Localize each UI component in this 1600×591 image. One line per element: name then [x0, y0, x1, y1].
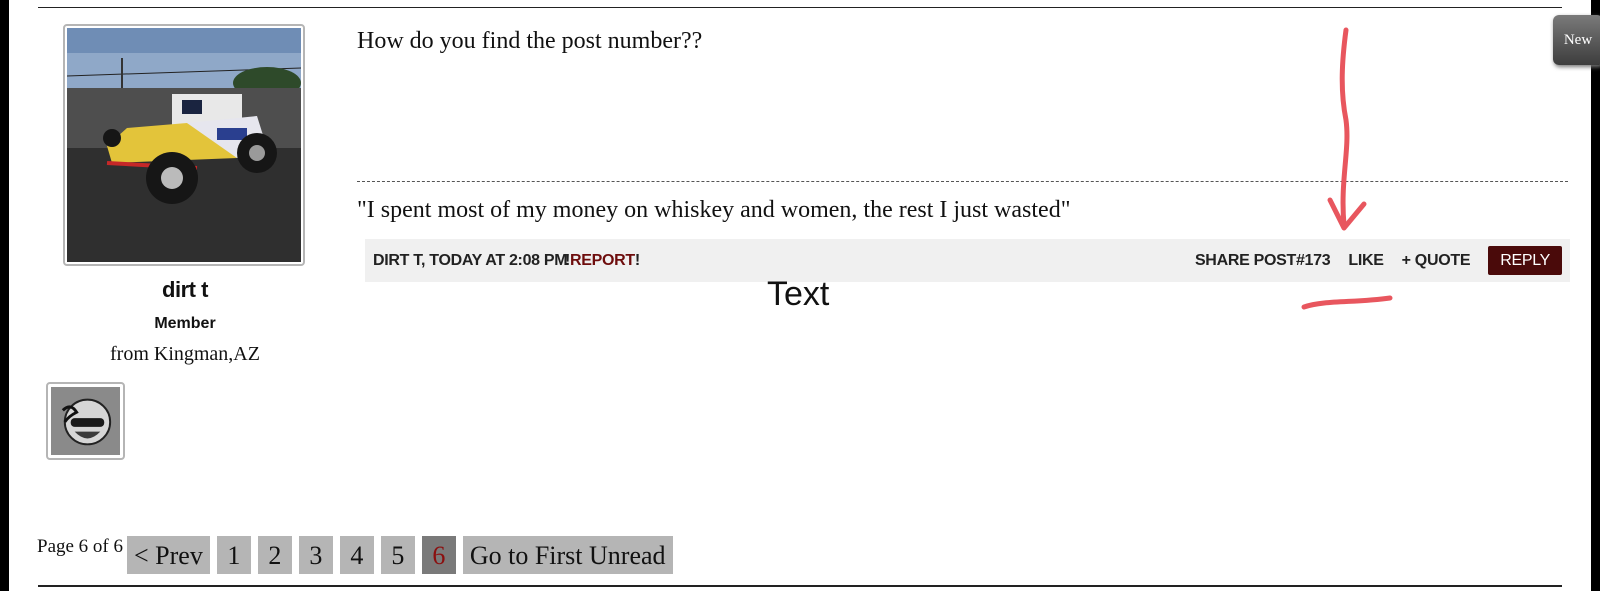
- report-group: !Report!: [565, 252, 640, 270]
- prev-page-button[interactable]: < Prev: [127, 536, 210, 574]
- first-unread-button[interactable]: Go to First Unread: [462, 536, 673, 574]
- like-link[interactable]: Like: [1348, 247, 1384, 275]
- pagination: Page 6 of 6 < Prev 1 2 3 4 5 6 Go to Fir…: [37, 536, 680, 574]
- page-5-button[interactable]: 5: [380, 536, 415, 574]
- right-edge: [1591, 0, 1600, 591]
- share-post-link[interactable]: Share Post#173: [1195, 247, 1331, 275]
- signature: "I spent most of my money on whiskey and…: [357, 197, 1071, 223]
- post-actions: Share Post#173 Like + Quote Reply: [1177, 246, 1562, 275]
- user-avatar[interactable]: [63, 24, 305, 266]
- reply-button[interactable]: Reply: [1488, 246, 1562, 275]
- hot-rod-car-photo-icon: [66, 28, 302, 262]
- user-location: from Kingman,AZ: [110, 343, 260, 365]
- username[interactable]: dirt t: [62, 277, 308, 303]
- annotation-text: Text: [767, 275, 830, 313]
- bottom-divider: [38, 585, 1562, 587]
- left-edge: [0, 0, 9, 591]
- user-badge[interactable]: [46, 382, 125, 460]
- post-body: How do you find the post number??: [357, 28, 703, 54]
- post-footer-bar: dirt t, Today at 2:08 PM !Report! Share …: [365, 239, 1570, 282]
- quote-link[interactable]: + Quote: [1402, 247, 1471, 275]
- signature-divider: [357, 181, 1568, 182]
- report-suffix: !: [634, 252, 640, 269]
- user-role: Member: [154, 315, 216, 332]
- new-posts-badge[interactable]: New: [1553, 15, 1600, 65]
- page-4-button[interactable]: 4: [339, 536, 374, 574]
- helmet-rider-photo-icon: [51, 387, 120, 455]
- post-meta[interactable]: dirt t, Today at 2:08 PM: [373, 252, 568, 270]
- page-3-button[interactable]: 3: [298, 536, 333, 574]
- top-divider: [38, 7, 1562, 8]
- page-1-button[interactable]: 1: [216, 536, 251, 574]
- page-2-button[interactable]: 2: [257, 536, 292, 574]
- page-6-current[interactable]: 6: [421, 536, 456, 574]
- page-info: Page 6 of 6: [37, 536, 124, 557]
- report-link[interactable]: Report: [570, 252, 635, 269]
